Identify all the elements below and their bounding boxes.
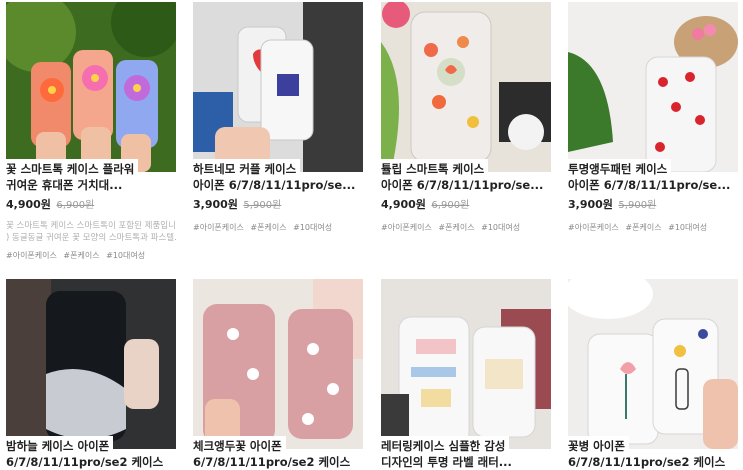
product-price: 4,900원 6,900원 — [6, 196, 176, 212]
tag-list: #아이폰케이스 #폰케이스 #10대여성 — [381, 222, 551, 233]
sale-price: 3,900원 — [193, 198, 238, 211]
product-title-line2[interactable]: 귀여운 휴대폰 거치대... — [6, 177, 176, 193]
product-title-line1[interactable]: 꽃 스마트톡 케이스 플라워 — [6, 159, 139, 177]
tag[interactable]: #폰케이스 — [250, 223, 286, 232]
tag-list: #아이폰케이스 #폰케이스 #10대여성 — [193, 222, 363, 233]
product-price: 4,900원 6,900원 — [381, 196, 551, 212]
tag-list: #아이폰케이스 #폰케이스 #10대여성 — [568, 222, 738, 233]
product-image[interactable] — [6, 2, 176, 172]
product-title-line2[interactable]: 6/7/8/11/11pro/se2 케이스 — [6, 454, 176, 470]
tag[interactable]: #10대여성 — [668, 223, 707, 232]
product-title-line1[interactable]: 투명앵두패턴 케이스 — [568, 159, 672, 177]
product-card[interactable]: 레터링케이스 심플한 감성 디자인의 투명 라벨 래터... — [381, 279, 551, 470]
sale-price: 4,900원 — [6, 198, 51, 211]
product-title-line2[interactable]: 아이폰 6/7/8/11/11pro/se... — [381, 177, 551, 193]
product-card[interactable]: 밤하늘 케이스 아이폰 6/7/8/11/11pro/se2 케이스 — [6, 279, 176, 470]
tag[interactable]: #아이폰케이스 — [568, 223, 619, 232]
original-price: 6,900원 — [56, 200, 95, 211]
tag[interactable]: #아이폰케이스 — [193, 223, 244, 232]
sale-price: 4,900원 — [381, 198, 426, 211]
product-card[interactable]: 체크앵두꽃 아이폰 6/7/8/11/11pro/se2 케이스 — [193, 279, 363, 470]
product-image[interactable] — [568, 2, 738, 172]
product-title-line2[interactable]: 디자인의 투명 라벨 래터... — [381, 454, 551, 470]
product-image[interactable] — [568, 279, 738, 449]
product-image[interactable] — [193, 2, 363, 172]
product-price: 3,900원 5,900원 — [193, 196, 363, 212]
product-title[interactable]: 하트네모 커플 케이스 아이폰 6/7/8/11/11pro/se... — [193, 159, 363, 193]
product-image[interactable] — [193, 279, 363, 449]
product-description: 꽃 스마트톡 케이스 스마트톡이 포함된 제품입니다 ) 동글동글 귀여운 꽃 … — [6, 220, 176, 244]
product-grid: 꽃 스마트톡 케이스 플라워 귀여운 휴대폰 거치대... 4,900원 6,9… — [0, 0, 743, 470]
product-card[interactable]: 꽃 스마트톡 케이스 플라워 귀여운 휴대폰 거치대... 4,900원 6,9… — [6, 2, 176, 261]
tag[interactable]: #아이폰케이스 — [6, 251, 57, 260]
product-title-line2[interactable]: 6/7/8/11/11pro/se2 케이스 — [193, 454, 363, 470]
product-title-line2[interactable]: 6/7/8/11/11pro/se2 케이스 — [568, 454, 738, 470]
tag[interactable]: #폰케이스 — [63, 251, 99, 260]
product-title-line1[interactable]: 레터링케이스 심플한 감성 — [381, 436, 510, 454]
tag[interactable]: #10대여성 — [293, 223, 332, 232]
product-image[interactable] — [381, 279, 551, 449]
description-line2: ) 동글동글 귀여운 꽃 모양의 스마트톡과 파스텔... — [6, 233, 176, 243]
product-title-line2[interactable]: 아이폰 6/7/8/11/11pro/se... — [193, 177, 363, 193]
product-title-line1[interactable]: 꽃병 아이폰 — [568, 436, 629, 454]
sale-price: 3,900원 — [568, 198, 613, 211]
original-price: 5,900원 — [243, 200, 282, 211]
tag[interactable]: #10대여성 — [106, 251, 145, 260]
product-title-line1[interactable]: 밤하늘 케이스 아이폰 — [6, 436, 114, 454]
product-image[interactable] — [381, 2, 551, 172]
product-title-line1[interactable]: 체크앵두꽃 아이폰 — [193, 436, 286, 454]
description-line1: 꽃 스마트톡 케이스 스마트톡이 포함된 제품입니다 — [6, 221, 176, 231]
tag[interactable]: #10대여성 — [481, 223, 520, 232]
original-price: 5,900원 — [618, 200, 657, 211]
product-title-line1[interactable]: 튤립 스마트톡 케이스 — [381, 159, 489, 177]
product-title[interactable]: 꽃 스마트톡 케이스 플라워 귀여운 휴대폰 거치대... — [6, 159, 176, 193]
product-title-line2[interactable]: 아이폰 6/7/8/11/11pro/se... — [568, 177, 738, 193]
product-card[interactable]: 튤립 스마트톡 케이스 아이폰 6/7/8/11/11pro/se... 4,9… — [381, 2, 551, 233]
tag-list: #아이폰케이스 #폰케이스 #10대여성 — [6, 250, 176, 261]
product-title-line1[interactable]: 하트네모 커플 케이스 — [193, 159, 301, 177]
original-price: 6,900원 — [431, 200, 470, 211]
product-title[interactable]: 튤립 스마트톡 케이스 아이폰 6/7/8/11/11pro/se... — [381, 159, 551, 193]
tag[interactable]: #폰케이스 — [625, 223, 661, 232]
product-title[interactable]: 투명앵두패턴 케이스 아이폰 6/7/8/11/11pro/se... — [568, 159, 738, 193]
product-card[interactable]: 투명앵두패턴 케이스 아이폰 6/7/8/11/11pro/se... 3,90… — [568, 2, 738, 233]
tag[interactable]: #아이폰케이스 — [381, 223, 432, 232]
product-card[interactable]: 꽃병 아이폰 6/7/8/11/11pro/se2 케이스 — [568, 279, 738, 470]
tag[interactable]: #폰케이스 — [438, 223, 474, 232]
product-image[interactable] — [6, 279, 176, 449]
product-card[interactable]: 하트네모 커플 케이스 아이폰 6/7/8/11/11pro/se... 3,9… — [193, 2, 363, 233]
product-price: 3,900원 5,900원 — [568, 196, 738, 212]
